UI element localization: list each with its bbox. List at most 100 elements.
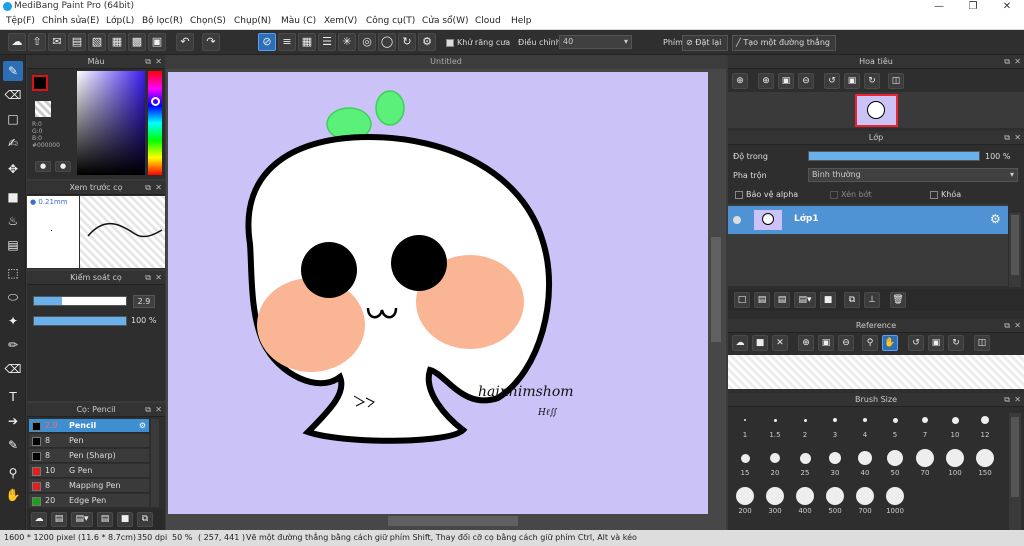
minimize-button[interactable]: — xyxy=(922,0,956,14)
navigator-thumbnail[interactable] xyxy=(855,94,898,127)
reset-button[interactable]: ⊘ Đặt lại xyxy=(682,35,728,51)
parallel-snap-icon[interactable]: ≡ xyxy=(278,33,296,51)
reset-view-icon[interactable]: ▣ xyxy=(928,335,944,351)
layer-scroll-thumb[interactable] xyxy=(1011,215,1019,275)
brush-size-option[interactable]: 200 xyxy=(730,485,760,523)
menu-view[interactable]: Xem(V) xyxy=(324,16,357,26)
brush-size-option[interactable]: 100 xyxy=(940,447,970,485)
gradient-tool-icon[interactable]: ▤ xyxy=(3,235,23,255)
new-8bit-layer-icon[interactable]: ▤ xyxy=(774,292,790,308)
foreground-color-swatch[interactable] xyxy=(32,75,48,91)
layer-row[interactable]: Lớp1 ⚙ xyxy=(728,206,1008,234)
select-eraser-tool-icon[interactable]: ⌫ xyxy=(3,359,23,379)
new-layer-icon[interactable]: □ xyxy=(734,292,750,308)
brush-size-option[interactable]: 10 xyxy=(940,409,970,447)
page-icon[interactable]: ▧ xyxy=(88,33,106,51)
cross-snap-icon[interactable]: ▦ xyxy=(298,33,316,51)
zoom-in-icon[interactable]: ⊕ xyxy=(732,73,748,89)
popout-icon[interactable]: ⧉ xyxy=(145,181,151,195)
brush-item[interactable]: 2.9 Pencil ⚙ xyxy=(29,419,149,433)
popout-icon[interactable]: ⧉ xyxy=(145,55,151,69)
brush-size-option[interactable]: 50 xyxy=(880,447,910,485)
menu-select[interactable]: Chọn(S) xyxy=(190,16,226,26)
brush-size-option[interactable]: 700 xyxy=(850,485,880,523)
move-tool-icon[interactable]: ✥ xyxy=(3,159,23,179)
brush-tool-icon[interactable]: ✎ xyxy=(3,61,23,81)
brush-size-option[interactable]: 1.5 xyxy=(760,409,790,447)
upload-icon[interactable]: ⇧ xyxy=(28,33,46,51)
frame-icon[interactable]: ▣ xyxy=(148,33,166,51)
new-halftone-layer-icon[interactable]: ▤ xyxy=(754,292,770,308)
brush-size-option[interactable]: 15 xyxy=(730,447,760,485)
flip-icon[interactable]: ◫ xyxy=(974,335,990,351)
flip-icon[interactable]: ◫ xyxy=(888,73,904,89)
brush-size-option[interactable]: 2 xyxy=(790,409,820,447)
panel-close-icon[interactable]: ✕ xyxy=(155,55,162,69)
brush-size-option[interactable]: 5 xyxy=(880,409,910,447)
merge-layer-icon[interactable]: ⊥ xyxy=(864,292,880,308)
color-swap-icon[interactable]: ● xyxy=(55,161,71,172)
saturation-value-picker[interactable] xyxy=(77,71,145,175)
popout-icon[interactable]: ⧉ xyxy=(1004,319,1010,333)
panel-close-icon[interactable]: ✕ xyxy=(1014,319,1021,333)
brush-size-option[interactable]: 4 xyxy=(850,409,880,447)
brush-size-option[interactable]: 1 xyxy=(730,409,760,447)
lock-checkbox[interactable]: Khóa xyxy=(930,190,961,199)
eyedropper-tool-icon[interactable]: ⚲ xyxy=(3,463,23,483)
fit-icon[interactable]: ▣ xyxy=(818,335,834,351)
rotate-snap-icon[interactable]: ↻ xyxy=(398,33,416,51)
duplicate-layer-icon[interactable]: ⧉ xyxy=(844,292,860,308)
menu-window[interactable]: Cửa sổ(W) xyxy=(422,16,468,26)
undo-icon[interactable]: ↶ xyxy=(176,33,194,51)
panel-close-icon[interactable]: ✕ xyxy=(155,403,162,417)
brush-size-slider[interactable] xyxy=(33,296,127,306)
canvas-hscroll-thumb[interactable] xyxy=(388,516,518,526)
protect-alpha-checkbox[interactable]: Bảo vệ alpha xyxy=(735,190,798,199)
brush-size-option[interactable]: 7 xyxy=(910,409,940,447)
canvas[interactable]: hainhimshom Hℓ∬ xyxy=(168,72,708,514)
rectangle-tool-icon[interactable]: □ xyxy=(3,109,23,129)
menu-layer[interactable]: Lớp(L) xyxy=(106,16,134,26)
popout-icon[interactable]: ⧉ xyxy=(1004,131,1010,145)
brush-size-option[interactable]: 150 xyxy=(970,447,1000,485)
bucket-tool-icon[interactable]: ♨ xyxy=(3,211,23,231)
panel-close-icon[interactable]: ✕ xyxy=(1014,55,1021,69)
brush-size-option[interactable]: 12 xyxy=(970,409,1000,447)
menu-help[interactable]: Help xyxy=(511,16,532,26)
layer-settings-icon[interactable]: ⚙ xyxy=(990,212,1001,226)
blend-mode-dropdown[interactable]: Bình thường ▾ xyxy=(808,168,1018,182)
close-button[interactable]: ✕ xyxy=(990,0,1024,14)
brush-menu-icon[interactable]: ▤▾ xyxy=(71,512,93,527)
circle-snap-icon[interactable]: ◎ xyxy=(358,33,376,51)
layer-list-scrollbar[interactable] xyxy=(1009,213,1021,287)
hue-handle[interactable] xyxy=(151,97,160,106)
antialias-checkbox[interactable]: Khử răng cưa xyxy=(446,38,510,47)
text-tool-icon[interactable]: T xyxy=(3,387,23,407)
add-layer-menu-icon[interactable]: ▤▾ xyxy=(794,292,816,308)
panel-close-icon[interactable]: ✕ xyxy=(155,181,162,195)
brush-size-option[interactable]: 1000 xyxy=(880,485,910,523)
comment-icon[interactable]: ✉ xyxy=(48,33,66,51)
rotate-right-icon[interactable]: ↻ xyxy=(948,335,964,351)
brush-folder-icon[interactable]: ■ xyxy=(117,512,133,527)
brush-item[interactable]: 10 G Pen xyxy=(29,464,149,478)
brush-settings-icon[interactable]: ⚙ xyxy=(139,419,146,433)
brush-item[interactable]: 8 Mapping Pen xyxy=(29,479,149,493)
brush-opacity-slider[interactable] xyxy=(33,316,127,326)
select-rect-tool-icon[interactable]: ⬚ xyxy=(3,263,23,283)
menu-filter[interactable]: Bộ lọc(R) xyxy=(142,16,183,26)
brush-item[interactable]: 20 Edge Pen xyxy=(29,494,149,507)
zoom-out-icon[interactable]: ⊖ xyxy=(798,73,814,89)
panel-close-icon[interactable]: ✕ xyxy=(1014,131,1021,145)
zoom-out-icon[interactable]: ⊖ xyxy=(838,335,854,351)
menu-cloud[interactable]: Cloud xyxy=(475,16,501,26)
cloud-open-icon[interactable]: ☁ xyxy=(732,335,748,351)
select-pen-tool-icon[interactable]: ✏ xyxy=(3,335,23,355)
popout-icon[interactable]: ⧉ xyxy=(145,403,151,417)
clipping-checkbox[interactable]: Xén bớt xyxy=(830,190,872,199)
brush-size-option[interactable]: 40 xyxy=(850,447,880,485)
color-add-icon[interactable]: ● xyxy=(35,161,51,172)
table-icon[interactable]: ▩ xyxy=(128,33,146,51)
brush-size-option[interactable]: 30 xyxy=(820,447,850,485)
curve-snap-icon[interactable]: ◯ xyxy=(378,33,396,51)
